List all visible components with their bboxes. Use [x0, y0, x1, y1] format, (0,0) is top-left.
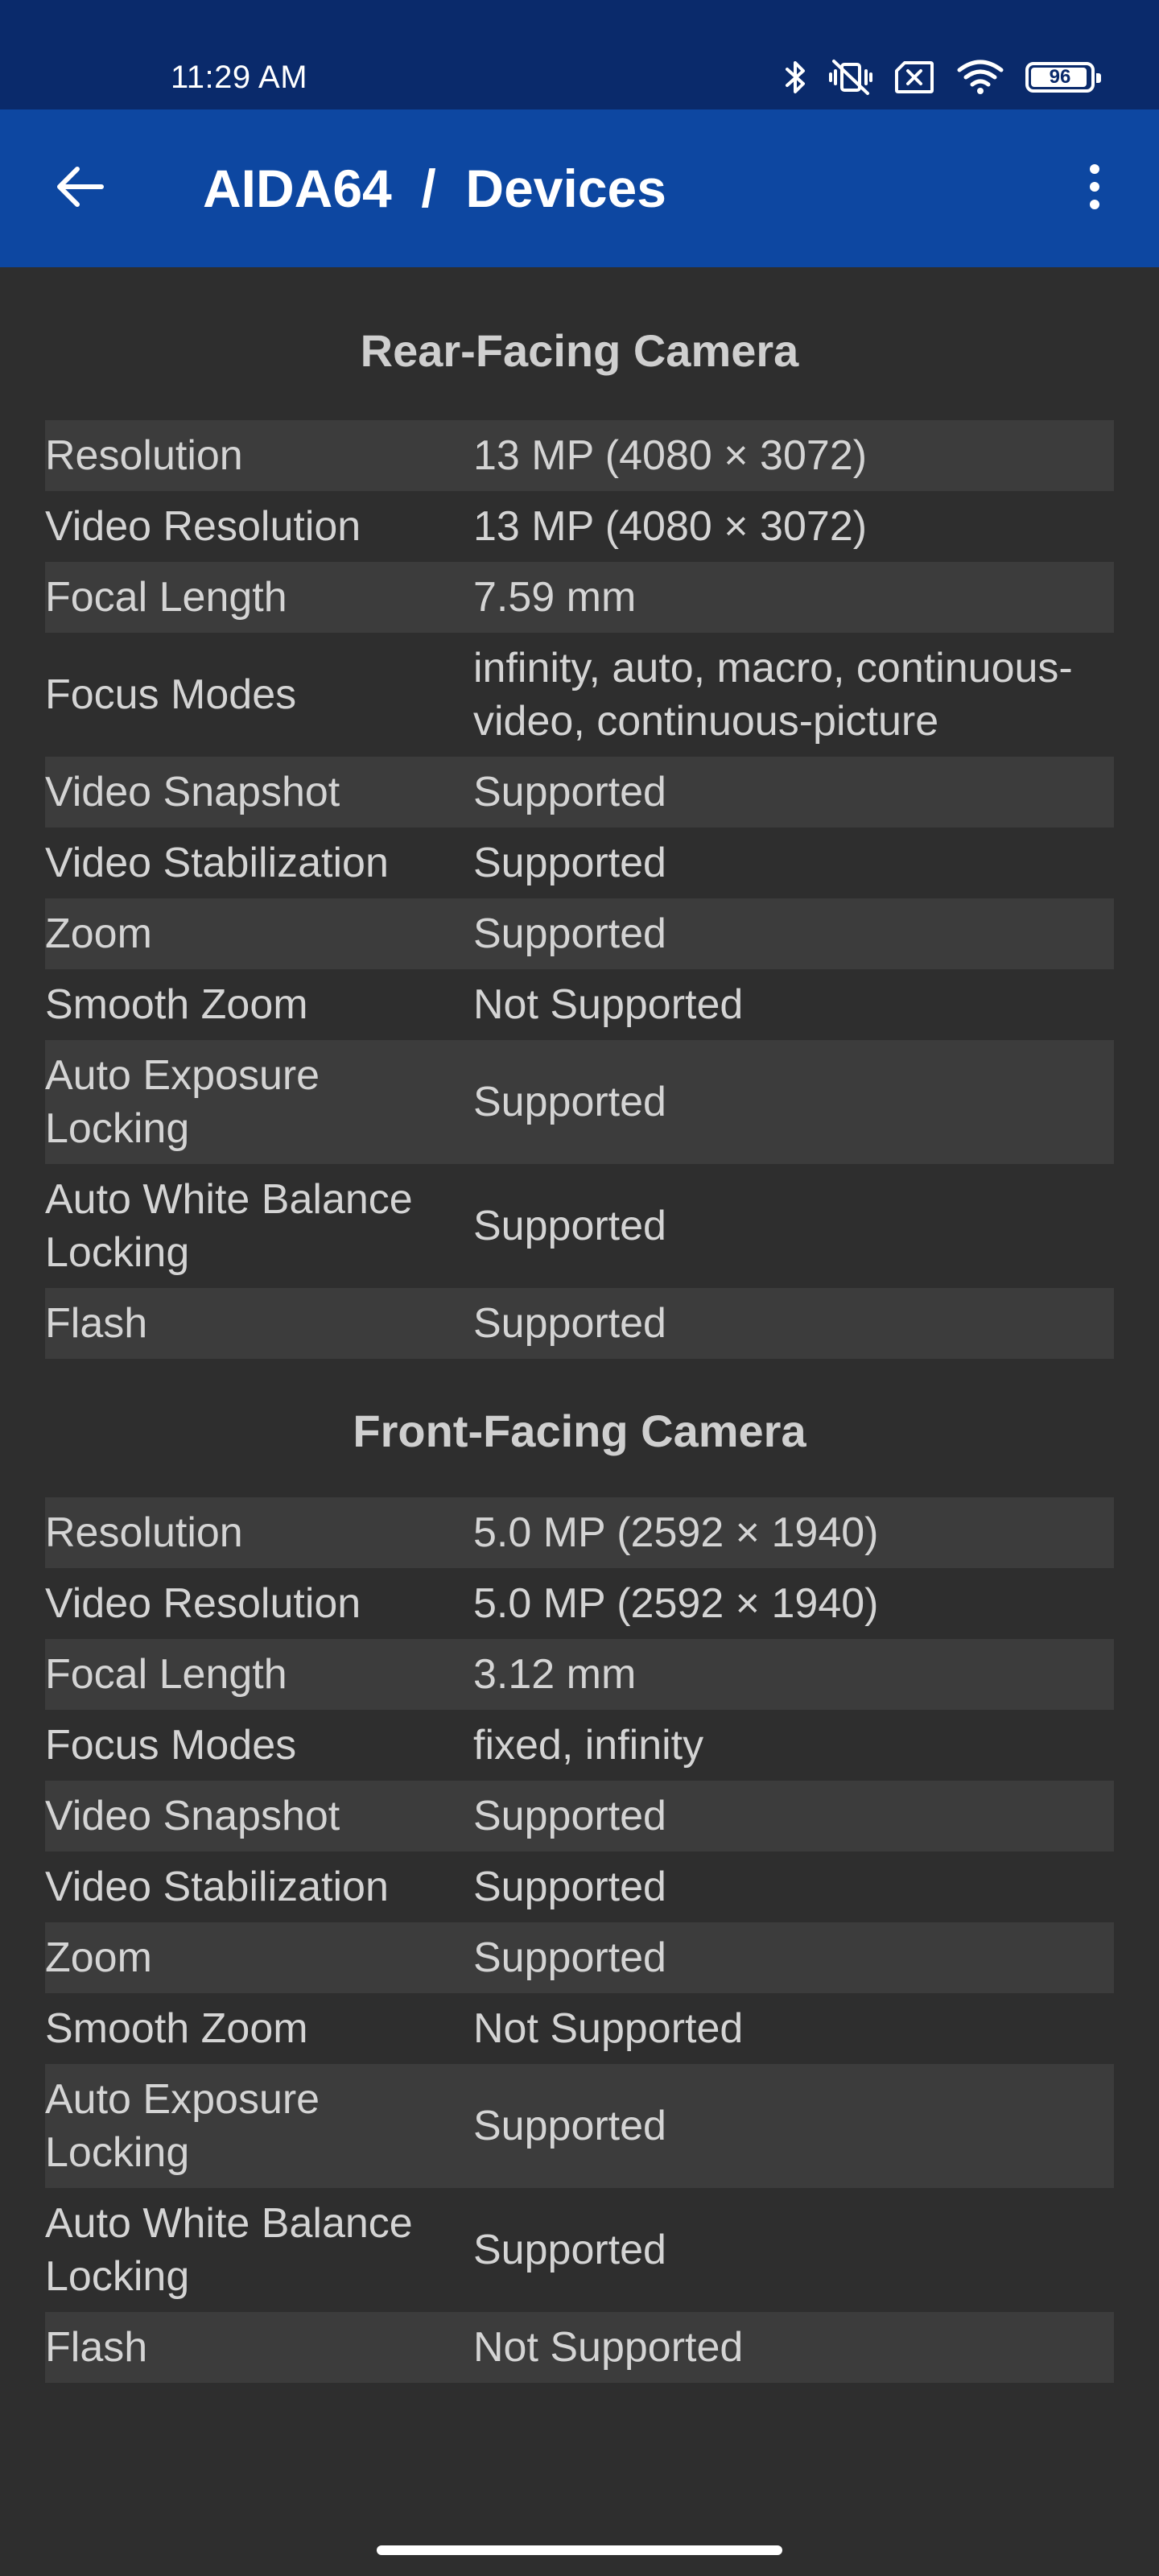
battery-icon: 96	[1025, 62, 1101, 93]
more-options-button[interactable]	[1054, 148, 1135, 229]
row-label: Focal Length	[45, 562, 473, 633]
table-row: Focal Length 3.12 mm	[45, 1639, 1114, 1710]
wifi-icon	[956, 59, 1004, 96]
table-row: Focus Modes fixed, infinity	[45, 1710, 1114, 1781]
page-title: AIDA64 / Devices	[203, 159, 666, 218]
table-row: Video Snapshot Supported	[45, 1781, 1114, 1852]
status-icons: 96	[784, 53, 1101, 101]
row-label: Video Snapshot	[45, 1781, 473, 1852]
row-value: Supported	[473, 2064, 1114, 2188]
row-label: Flash	[45, 2312, 473, 2383]
table-row: Focal Length 7.59 mm	[45, 562, 1114, 633]
row-label: Zoom	[45, 1922, 473, 1993]
row-label: Smooth Zoom	[45, 1993, 473, 2064]
row-label: Video Resolution	[45, 491, 473, 562]
table-row: Smooth Zoom Not Supported	[45, 969, 1114, 1040]
row-value: 5.0 MP (2592 × 1940)	[473, 1568, 1114, 1639]
arrow-left-icon	[56, 166, 105, 212]
row-label: Auto Exposure Locking	[45, 2064, 473, 2188]
table-row: Zoom Supported	[45, 898, 1114, 969]
row-label: Flash	[45, 1288, 473, 1359]
row-value: Supported	[473, 1164, 1114, 1288]
row-label: Video Stabilization	[45, 1852, 473, 1922]
row-value: Supported	[473, 898, 1114, 969]
row-value: Not Supported	[473, 2312, 1114, 2383]
row-value: fixed, infinity	[473, 1710, 1114, 1781]
row-label: Video Snapshot	[45, 757, 473, 828]
row-value: 13 MP (4080 × 3072)	[473, 420, 1114, 491]
status-time: 11:29 AM	[171, 60, 308, 95]
row-label: Focus Modes	[45, 633, 473, 757]
rear-camera-table: Resolution 13 MP (4080 × 3072) Video Resol…	[45, 420, 1114, 1359]
row-label: Auto White Balance Locking	[45, 2188, 473, 2312]
row-label: Smooth Zoom	[45, 969, 473, 1040]
table-row: Focus Modes infinity, auto, macro, contin…	[45, 633, 1114, 757]
table-row: Resolution 13 MP (4080 × 3072)	[45, 420, 1114, 491]
row-value: Supported	[473, 1781, 1114, 1852]
front-camera-table: Resolution 5.0 MP (2592 × 1940) Video Reso…	[45, 1497, 1114, 2383]
table-row: Auto Exposure Locking Supported	[45, 2064, 1114, 2188]
row-value: Supported	[473, 757, 1114, 828]
front-camera-section-title: Front-Facing Camera	[353, 1406, 806, 1456]
sim-off-icon	[893, 60, 935, 95]
row-label: Resolution	[45, 1497, 473, 1568]
table-row: Auto White Balance Locking Supported	[45, 2188, 1114, 2312]
battery-level: 96	[1049, 66, 1071, 88]
row-label: Auto Exposure Locking	[45, 1040, 473, 1164]
more-vertical-icon	[1088, 163, 1101, 215]
row-value: Supported	[473, 1852, 1114, 1922]
row-label: Video Stabilization	[45, 828, 473, 898]
app-bar: AIDA64 / Devices	[0, 109, 1159, 267]
table-row: Video Resolution 13 MP (4080 × 3072)	[45, 491, 1114, 562]
table-row: Zoom Supported	[45, 1922, 1114, 1993]
table-row: Video Snapshot Supported	[45, 757, 1114, 828]
row-label: Focus Modes	[45, 1710, 473, 1781]
table-row: Resolution 5.0 MP (2592 × 1940)	[45, 1497, 1114, 1568]
row-value: Supported	[473, 1040, 1114, 1164]
row-label: Auto White Balance Locking	[45, 1164, 473, 1288]
row-value: 5.0 MP (2592 × 1940)	[473, 1497, 1114, 1568]
table-row: Auto Exposure Locking Supported	[45, 1040, 1114, 1164]
row-value: Not Supported	[473, 969, 1114, 1040]
status-bar: 11:29 AM 96	[0, 0, 1159, 109]
table-row: Video Stabilization Supported	[45, 828, 1114, 898]
table-row: Video Resolution 5.0 MP (2592 × 1940)	[45, 1568, 1114, 1639]
row-value: Supported	[473, 1922, 1114, 1993]
table-row: Flash Not Supported	[45, 2312, 1114, 2383]
content-area[interactable]: Rear-Facing Camera Resolution 13 MP (4080…	[45, 267, 1114, 2383]
row-value: 13 MP (4080 × 3072)	[473, 491, 1114, 562]
row-value: 7.59 mm	[473, 562, 1114, 633]
table-row: Flash Supported	[45, 1288, 1114, 1359]
back-button[interactable]	[40, 148, 121, 229]
row-value: Supported	[473, 1288, 1114, 1359]
row-value: 3.12 mm	[473, 1639, 1114, 1710]
table-row: Video Stabilization Supported	[45, 1852, 1114, 1922]
vibrate-off-icon	[829, 58, 872, 97]
bluetooth-icon	[784, 58, 808, 97]
row-label: Focal Length	[45, 1639, 473, 1710]
home-indicator[interactable]	[377, 2545, 782, 2555]
row-value: infinity, auto, macro, continuous-video,…	[473, 633, 1114, 757]
table-row: Auto White Balance Locking Supported	[45, 1164, 1114, 1288]
row-label: Resolution	[45, 420, 473, 491]
row-label: Zoom	[45, 898, 473, 969]
row-label: Video Resolution	[45, 1568, 473, 1639]
row-value: Supported	[473, 2188, 1114, 2312]
rear-camera-section-title: Rear-Facing Camera	[360, 325, 799, 376]
row-value: Not Supported	[473, 1993, 1114, 2064]
row-value: Supported	[473, 828, 1114, 898]
table-row: Smooth Zoom Not Supported	[45, 1993, 1114, 2064]
